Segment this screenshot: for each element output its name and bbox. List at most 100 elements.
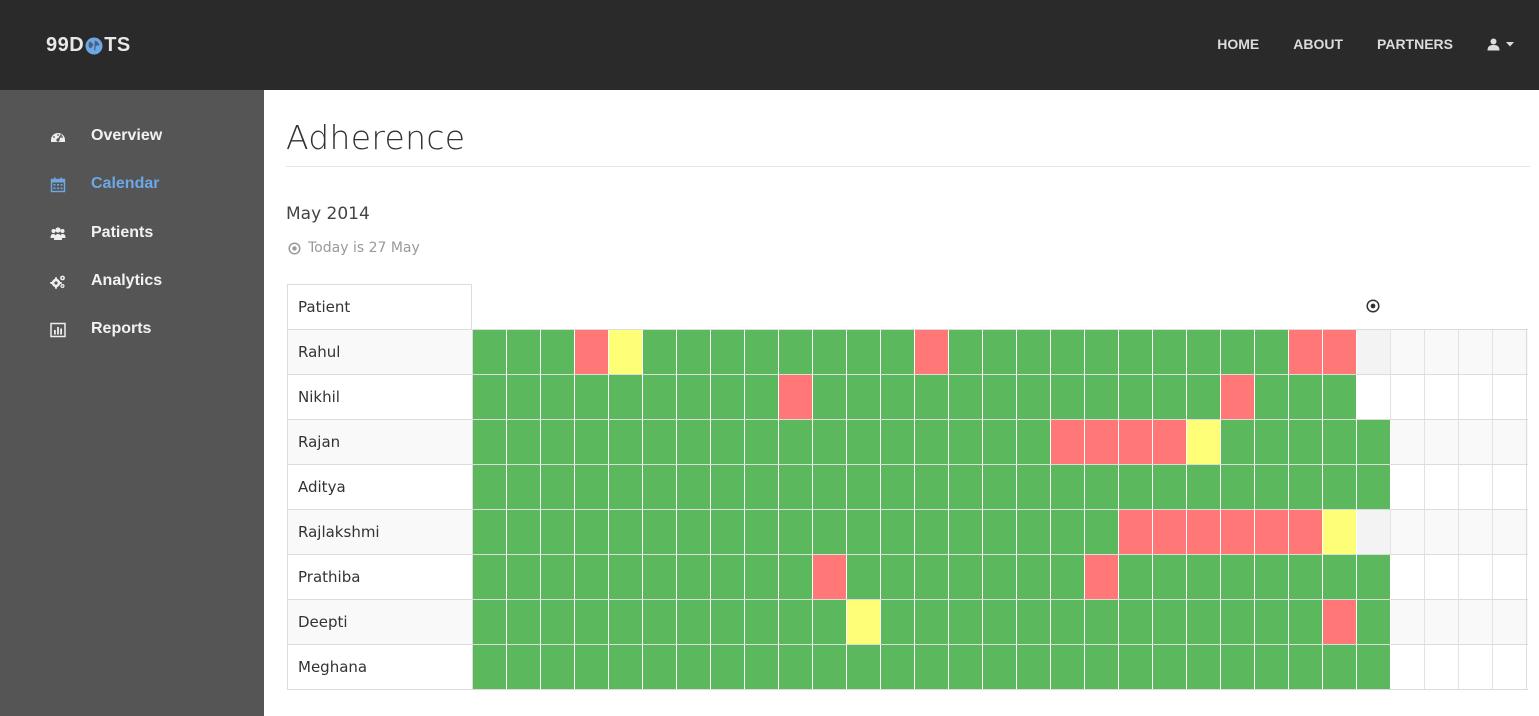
day-cell[interactable]	[1357, 510, 1391, 554]
day-cell[interactable]	[1153, 330, 1187, 374]
day-cell[interactable]	[779, 645, 813, 689]
day-cell[interactable]	[745, 510, 779, 554]
day-cell[interactable]	[711, 645, 745, 689]
day-cell[interactable]	[1153, 600, 1187, 644]
day-cell[interactable]	[915, 465, 949, 509]
day-cell[interactable]	[1119, 645, 1153, 689]
day-cell[interactable]	[541, 465, 575, 509]
day-cell[interactable]	[711, 510, 745, 554]
day-cell[interactable]	[1289, 420, 1323, 464]
user-menu-toggle[interactable]	[1487, 38, 1515, 51]
day-cell[interactable]	[473, 330, 507, 374]
day-cell[interactable]	[1017, 330, 1051, 374]
day-cell[interactable]	[1017, 420, 1051, 464]
day-cell[interactable]	[1187, 600, 1221, 644]
day-cell[interactable]	[1289, 510, 1323, 554]
day-cell[interactable]	[1085, 375, 1119, 419]
day-cell[interactable]	[541, 330, 575, 374]
day-cell[interactable]	[779, 510, 813, 554]
day-cell[interactable]	[1051, 600, 1085, 644]
patient-name[interactable]: Rahul	[298, 343, 340, 361]
day-cell[interactable]	[1221, 420, 1255, 464]
day-cell[interactable]	[609, 555, 643, 599]
day-cell[interactable]	[711, 600, 745, 644]
day-cell[interactable]	[1085, 420, 1119, 464]
day-cell[interactable]	[1221, 330, 1255, 374]
day-cell[interactable]	[1051, 375, 1085, 419]
day-cell[interactable]	[847, 420, 881, 464]
day-cell[interactable]	[1289, 330, 1323, 374]
day-cell[interactable]	[575, 420, 609, 464]
patient-name[interactable]: Rajan	[298, 433, 340, 451]
day-cell[interactable]	[983, 600, 1017, 644]
day-cell[interactable]	[1357, 555, 1391, 599]
day-cell[interactable]	[643, 510, 677, 554]
day-cell[interactable]	[1153, 645, 1187, 689]
day-cell[interactable]	[507, 600, 541, 644]
day-cell[interactable]	[915, 645, 949, 689]
nav-home-link[interactable]: HOME	[1217, 36, 1259, 52]
day-cell[interactable]	[575, 510, 609, 554]
day-cell[interactable]	[1119, 420, 1153, 464]
day-cell[interactable]	[847, 600, 881, 644]
day-cell[interactable]	[507, 510, 541, 554]
day-cell[interactable]	[847, 375, 881, 419]
day-cell[interactable]	[507, 555, 541, 599]
day-cell[interactable]	[473, 420, 507, 464]
day-cell[interactable]	[1357, 330, 1391, 374]
day-cell[interactable]	[643, 600, 677, 644]
day-cell[interactable]	[1153, 375, 1187, 419]
day-cell[interactable]	[1017, 600, 1051, 644]
day-cell[interactable]	[609, 510, 643, 554]
day-cell[interactable]	[1357, 465, 1391, 509]
day-cell[interactable]	[983, 645, 1017, 689]
day-cell[interactable]	[1187, 465, 1221, 509]
day-cell[interactable]	[745, 555, 779, 599]
day-cell[interactable]	[1017, 510, 1051, 554]
day-cell[interactable]	[541, 555, 575, 599]
day-cell[interactable]	[1323, 510, 1357, 554]
day-cell[interactable]	[1221, 645, 1255, 689]
day-cell[interactable]	[1255, 510, 1289, 554]
patient-name[interactable]: Nikhil	[298, 388, 340, 406]
nav-about-link[interactable]: ABOUT	[1293, 36, 1343, 52]
day-cell[interactable]	[643, 555, 677, 599]
day-cell[interactable]	[881, 645, 915, 689]
day-cell[interactable]	[813, 510, 847, 554]
day-cell[interactable]	[1119, 375, 1153, 419]
patient-name[interactable]: Meghana	[298, 658, 367, 676]
day-cell[interactable]	[1119, 330, 1153, 374]
day-cell[interactable]	[575, 600, 609, 644]
day-cell[interactable]	[949, 555, 983, 599]
day-cell[interactable]	[1221, 600, 1255, 644]
day-cell[interactable]	[541, 645, 575, 689]
day-cell[interactable]	[473, 645, 507, 689]
day-cell[interactable]	[915, 600, 949, 644]
day-cell[interactable]	[949, 645, 983, 689]
day-cell[interactable]	[1187, 420, 1221, 464]
day-cell[interactable]	[1187, 330, 1221, 374]
day-cell[interactable]	[711, 555, 745, 599]
day-cell[interactable]	[881, 510, 915, 554]
day-cell[interactable]	[915, 375, 949, 419]
day-cell[interactable]	[1017, 465, 1051, 509]
day-cell[interactable]	[1187, 510, 1221, 554]
day-cell[interactable]	[711, 420, 745, 464]
day-cell[interactable]	[949, 420, 983, 464]
day-cell[interactable]	[813, 465, 847, 509]
day-cell[interactable]	[813, 645, 847, 689]
day-cell[interactable]	[881, 555, 915, 599]
day-cell[interactable]	[745, 375, 779, 419]
day-cell[interactable]	[847, 645, 881, 689]
day-cell[interactable]	[1085, 645, 1119, 689]
day-cell[interactable]	[507, 375, 541, 419]
day-cell[interactable]	[1289, 375, 1323, 419]
sidebar-item-reports[interactable]: Reports	[0, 310, 264, 350]
day-cell[interactable]	[847, 555, 881, 599]
day-cell[interactable]	[575, 465, 609, 509]
day-cell[interactable]	[1255, 555, 1289, 599]
day-cell[interactable]	[813, 555, 847, 599]
day-cell[interactable]	[1323, 465, 1357, 509]
day-cell[interactable]	[1187, 555, 1221, 599]
day-cell[interactable]	[643, 375, 677, 419]
